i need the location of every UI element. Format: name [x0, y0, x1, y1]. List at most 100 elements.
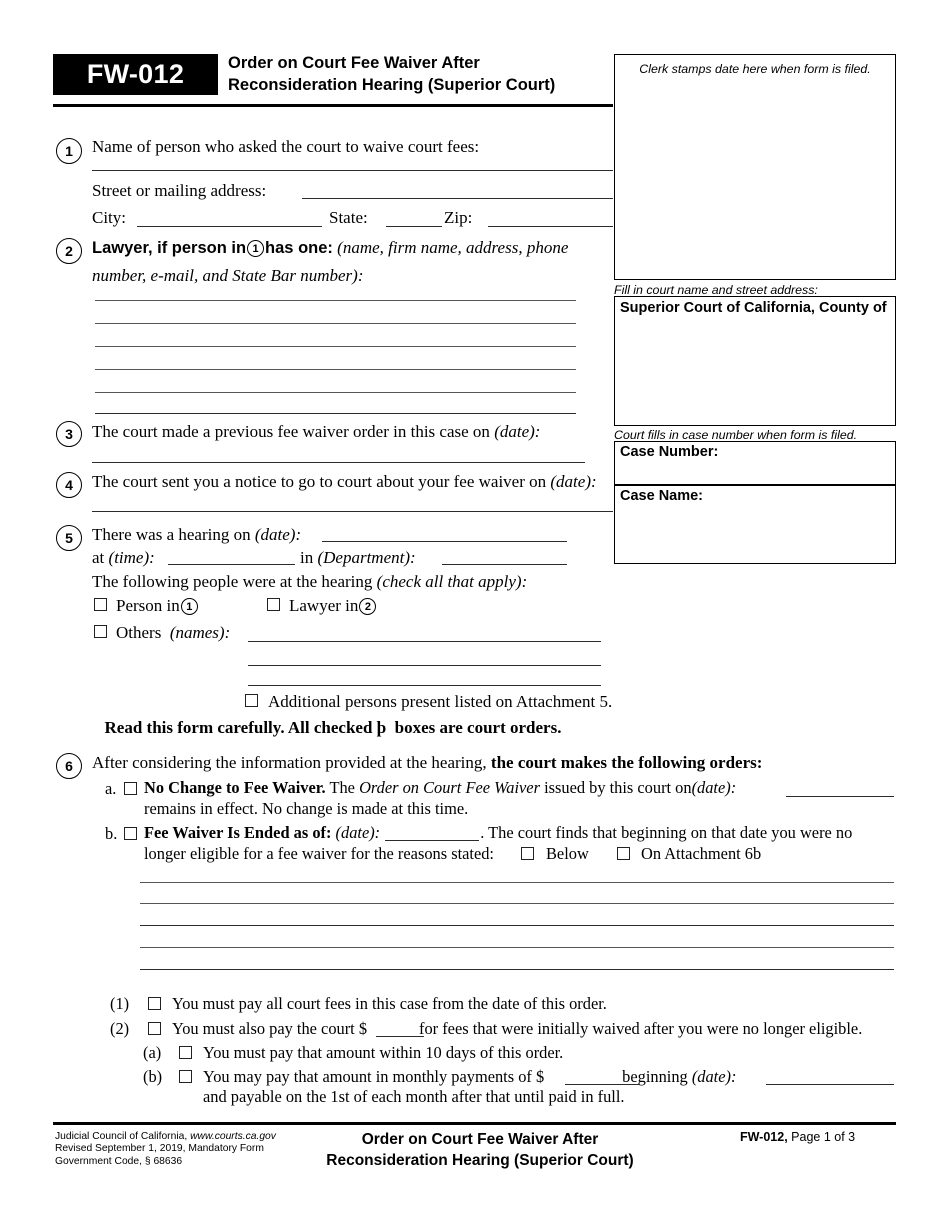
item-2-line-2[interactable]	[95, 323, 576, 324]
notice-pre: Read this form carefully. All checked	[104, 718, 373, 737]
item-2-line-6[interactable]	[95, 413, 576, 414]
item-1-city-label: City:	[92, 208, 127, 227]
page-title-line2: Reconsideration Hearing (Superior Court)	[228, 76, 556, 94]
clerk-stamp-caption: Clerk stamps date here when form is file…	[639, 62, 871, 76]
form-number-badge: FW-012	[53, 54, 218, 95]
case-number-caption: Court fills in case number when form is …	[614, 428, 858, 442]
item-4-date-line[interactable]	[92, 511, 613, 512]
item-5-number: 5	[56, 525, 82, 551]
checkbox-attachment-5[interactable]	[245, 694, 258, 707]
item-2-line-4[interactable]	[95, 369, 576, 370]
case-name-label: Case Name:	[620, 488, 704, 504]
item-5-others-hint: (names):	[169, 623, 231, 642]
item-6-intro-bold: the court makes the following orders:	[490, 753, 763, 772]
item-2-heading: Lawyer, if person in 1 has one: (name, fir…	[92, 234, 612, 289]
footer-form-number: FW-012,	[740, 1130, 788, 1144]
case-number-box[interactable]: Case Number:	[614, 441, 896, 485]
item-6-intro: After considering the information provid…	[92, 751, 762, 774]
page-title-line1: Order on Court Fee Waiver After	[228, 54, 480, 72]
item-6-sub2b-amount-line[interactable]	[565, 1084, 639, 1085]
item-5-time-line[interactable]	[168, 564, 295, 565]
item-2-line-3[interactable]	[95, 346, 576, 347]
checkbox-sub2-pay-court[interactable]	[148, 1022, 161, 1035]
item-3-date-line[interactable]	[92, 462, 585, 463]
item-5-people-text: The following people were at the hearing…	[92, 570, 527, 593]
item-2-bold-post: has one:	[265, 239, 333, 257]
notice-post: boxes are court orders.	[394, 718, 562, 737]
checkbox-lawyer-in-2[interactable]	[267, 598, 280, 611]
item-5-dept-line[interactable]	[442, 564, 567, 565]
checkbox-others[interactable]	[94, 625, 107, 638]
item-6a-date-hint: (date):	[691, 778, 737, 797]
item-2-line-1[interactable]	[95, 300, 576, 301]
item-6b-reason-line-5[interactable]	[140, 969, 894, 970]
item-5-hearing-date-line[interactable]	[322, 541, 567, 542]
item-5-lawyer-in-label: Lawyer in	[289, 596, 359, 615]
item-2-number: 2	[56, 238, 82, 264]
item-1-city-line[interactable]	[137, 226, 322, 227]
item-6-sub2-amount-line[interactable]	[376, 1036, 424, 1037]
item-6a-line2: remains in effect. No change is made at …	[144, 799, 469, 818]
case-name-box[interactable]: Case Name:	[614, 485, 896, 564]
item-6a-date-line[interactable]	[786, 796, 894, 797]
item-1-street-line[interactable]	[302, 198, 613, 199]
item-1-name-label: Name of person who asked the court to wa…	[92, 137, 480, 156]
court-name-label: Superior Court of California, County of	[620, 300, 887, 316]
item-6b-date-line[interactable]	[385, 840, 479, 841]
item-6-sub2b-text: You may pay that amount in monthly payme…	[203, 1066, 736, 1088]
item-1-state-label: State:	[329, 208, 368, 227]
item-3-label: The court made a previous fee waiver ord…	[92, 422, 490, 441]
footer-form-title: Order on Court Fee Waiver After Reconsid…	[280, 1129, 680, 1171]
item-6b-reason-line-1[interactable]	[140, 882, 894, 883]
checkbox-6b-fee-waiver-ended[interactable]	[124, 827, 137, 840]
item-6-sub2b-date-line[interactable]	[766, 1084, 894, 1085]
item-5-dept-hint: (Department):	[317, 548, 416, 567]
item-5-people-hint: (check all that apply):	[376, 572, 528, 591]
item-4-number: 4	[56, 472, 82, 498]
checkbox-6b-below[interactable]	[521, 847, 534, 860]
footer-title-line1: Order on Court Fee Waiver After	[361, 1131, 599, 1148]
checkbox-6b-on-attachment[interactable]	[617, 847, 630, 860]
item-2-bold-pre: Lawyer, if person in	[92, 239, 247, 257]
header-divider	[53, 104, 613, 107]
checkbox-sub1-pay-all-fees[interactable]	[148, 997, 161, 1010]
clerk-stamp-box: Clerk stamps date here when form is file…	[614, 54, 896, 280]
item-5-others-line-1[interactable]	[248, 641, 601, 642]
item-3-date-hint: (date):	[494, 422, 541, 441]
item-2-italic-line1: (name, firm name, address, phone	[337, 238, 569, 257]
item-1-street-label: Street or mailing address:	[92, 181, 267, 200]
item-3-number: 3	[56, 421, 82, 447]
item-6-sub2a-text: You must pay that amount within 10 days …	[203, 1043, 564, 1062]
item-1-name-line[interactable]	[92, 170, 613, 171]
item-1-state-line[interactable]	[386, 226, 442, 227]
item-4-text: The court sent you a notice to go to cou…	[92, 470, 597, 493]
item-2-line-5[interactable]	[95, 392, 576, 393]
item-5-others-line-2[interactable]	[248, 665, 601, 666]
item-6b-reason-line-2[interactable]	[140, 903, 894, 904]
item-6a-bold: No Change to Fee Waiver.	[144, 778, 326, 797]
item-6b-reason-line-4[interactable]	[140, 947, 894, 948]
checkbox-6a-no-change[interactable]	[124, 782, 137, 795]
item-6b-reason-line-3[interactable]	[140, 925, 894, 926]
footer-council: Judicial Council of California,	[55, 1131, 188, 1142]
item-6-sub2b-date-hint: (date):	[691, 1067, 737, 1086]
checkbox-sub2b-monthly-payments[interactable]	[179, 1070, 192, 1083]
item-5-others-line-3[interactable]	[248, 685, 601, 686]
checkbox-person-in-1[interactable]	[94, 598, 107, 611]
item-4-label: The court sent you a notice to go to cou…	[92, 472, 547, 491]
item-6a-text: No Change to Fee Waiver. The Order on Co…	[144, 777, 736, 799]
item-6a-marker: a.	[105, 779, 117, 798]
item-5-at-label: at	[92, 548, 105, 567]
item-5-others: Others (names):	[116, 621, 230, 644]
item-6b-text: Fee Waiver Is Ended as of: (date): . The…	[144, 822, 852, 844]
item-1-zip-line[interactable]	[488, 226, 613, 227]
court-name-box[interactable]: Superior Court of California, County of	[614, 296, 896, 426]
item-6-sub2a-marker: (a)	[143, 1043, 162, 1062]
item-5-person-in: Person in 1	[116, 594, 199, 617]
form-number-text: FW-012	[86, 59, 185, 89]
checkbox-sub2a-within-10-days[interactable]	[179, 1046, 192, 1059]
item-6b-line2-pre: longer eligible for a fee waiver for the…	[144, 844, 494, 863]
item-5-others-label: Others	[116, 623, 162, 642]
item-6a-italic1: Order on Court Fee Waiver	[359, 778, 540, 797]
case-number-label: Case Number:	[620, 444, 719, 460]
